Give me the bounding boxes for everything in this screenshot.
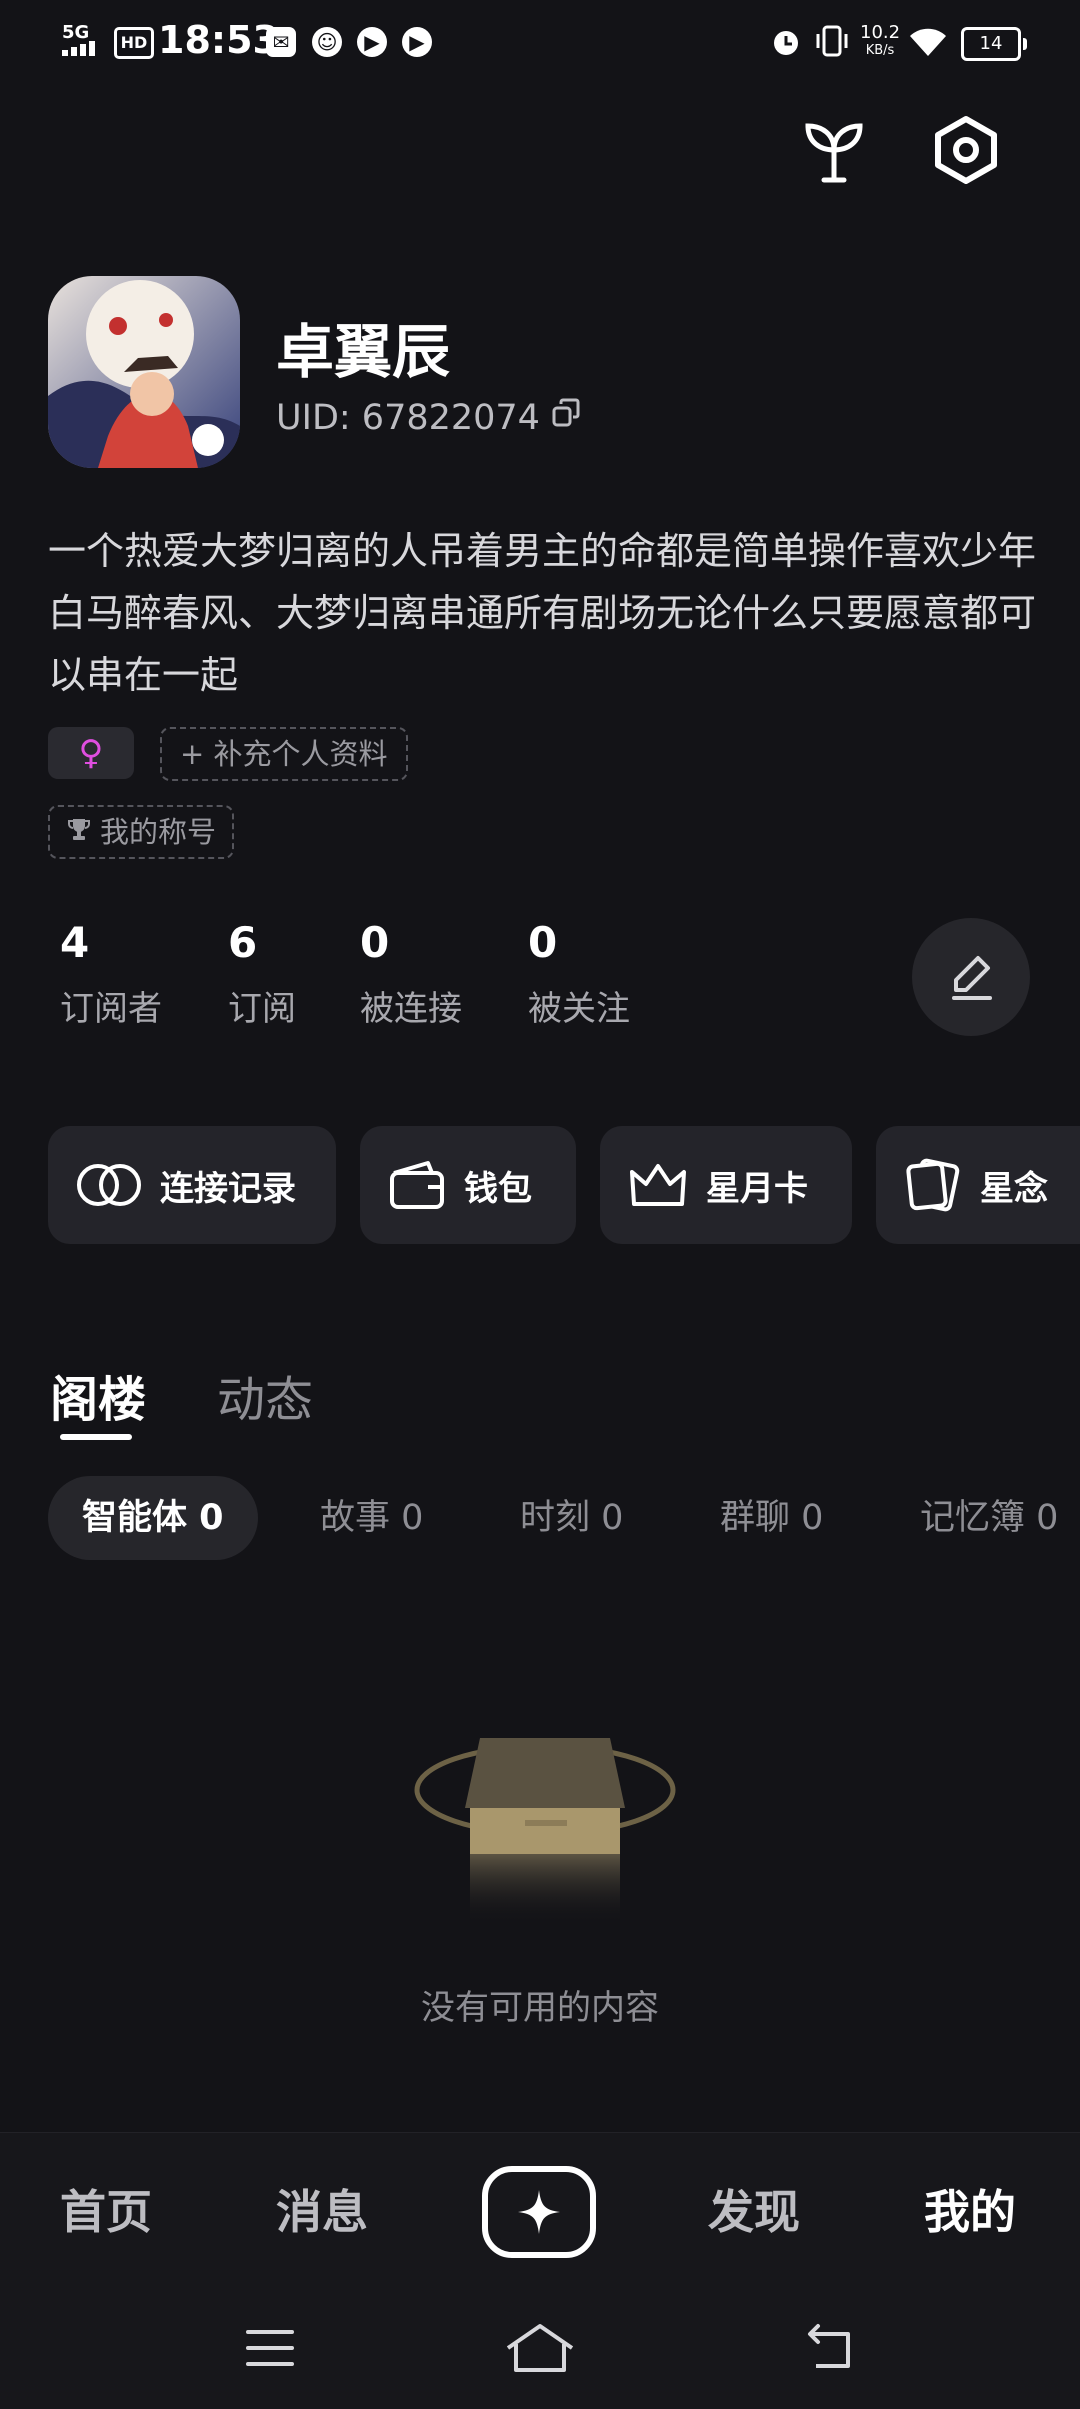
tab-attic[interactable]: 阁楼 xyxy=(50,1360,146,1430)
stat-followed[interactable]: 0 被关注 xyxy=(528,918,630,1030)
star-thought-button[interactable]: 星念 xyxy=(876,1126,1080,1244)
nav-messages[interactable]: 消息 xyxy=(276,2176,368,2242)
cards-icon xyxy=(906,1158,960,1212)
action-label: 钱包 xyxy=(464,1168,532,1209)
menu-icon[interactable] xyxy=(240,2318,300,2378)
nav-home[interactable]: 首页 xyxy=(60,2176,152,2242)
empty-message: 没有可用的内容 xyxy=(421,1988,659,2028)
stat-label: 订阅 xyxy=(228,989,296,1029)
stat-subscribers[interactable]: 4 订阅者 xyxy=(60,918,162,1030)
gender-chip: ♀ xyxy=(48,727,134,779)
star-moon-card-button[interactable]: 星月卡 xyxy=(600,1126,852,1244)
hd-badge: HD xyxy=(114,27,154,59)
subtab-memory-book[interactable]: 记忆簿 0 xyxy=(920,1476,1058,1560)
tab-activity[interactable]: 动态 xyxy=(217,1360,313,1430)
subtab-agents[interactable]: 智能体 0 xyxy=(48,1476,258,1560)
vibrate-icon xyxy=(813,24,851,62)
app-icon: ☺ xyxy=(312,27,342,57)
nav-discover[interactable]: 发现 xyxy=(708,2176,800,2242)
connection-records-button[interactable]: 连接记录 xyxy=(48,1126,336,1244)
speed-value: 10.2 xyxy=(860,22,901,43)
home-icon[interactable] xyxy=(504,2318,576,2378)
network-speed: 10.2 KB/s xyxy=(860,24,900,60)
settings-icon[interactable] xyxy=(926,110,1006,190)
subtab-moments[interactable]: 时刻 0 xyxy=(520,1476,623,1560)
create-button[interactable] xyxy=(482,2166,596,2258)
speed-unit: KB/s xyxy=(865,43,895,58)
signal-icon xyxy=(62,40,108,60)
stat-connected[interactable]: 0 被连接 xyxy=(360,918,462,1030)
subtab-stories[interactable]: 故事 0 xyxy=(320,1476,423,1560)
trophy-icon xyxy=(66,807,92,857)
stat-number: 0 xyxy=(528,918,558,967)
play-icon: ▶ xyxy=(402,27,432,57)
wifi-icon xyxy=(908,26,948,62)
pencil-icon xyxy=(952,956,992,1000)
subtab-group-chats[interactable]: 群聊 0 xyxy=(720,1476,823,1560)
sprout-icon[interactable] xyxy=(794,110,874,190)
avatar[interactable] xyxy=(48,276,240,468)
title-chip-label: 我的称号 xyxy=(100,815,217,849)
stat-label: 被连接 xyxy=(360,989,462,1029)
stat-label: 订阅者 xyxy=(60,989,162,1029)
sparkle-icon xyxy=(518,2190,560,2234)
rings-icon xyxy=(77,1164,141,1206)
nav-me[interactable]: 我的 xyxy=(924,2176,1016,2242)
uid-row: UID: 67822074 xyxy=(276,397,582,438)
wallet-button[interactable]: 钱包 xyxy=(360,1126,576,1244)
stat-subscriptions[interactable]: 6 订阅 xyxy=(228,918,296,1030)
add-profile-chip[interactable]: + 补充个人资料 xyxy=(160,727,408,781)
back-icon[interactable] xyxy=(796,2318,856,2378)
female-icon: ♀ xyxy=(78,733,104,773)
tab-indicator xyxy=(60,1434,132,1440)
action-label: 连接记录 xyxy=(160,1168,296,1209)
copy-icon[interactable] xyxy=(550,397,582,438)
edit-profile-button[interactable] xyxy=(912,918,1030,1036)
crown-icon xyxy=(630,1164,686,1206)
mail-icon: ✉ xyxy=(266,27,296,57)
stat-number: 4 xyxy=(60,918,90,967)
profile-bio: 一个热爱大梦归离的人吊着男主的命都是简单操作喜欢少年白马醉春风、大梦归离串通所有… xyxy=(48,529,1037,697)
stat-number: 0 xyxy=(360,918,390,967)
clock: 18:53 xyxy=(158,18,279,62)
play-icon: ▶ xyxy=(357,27,387,57)
stat-number: 6 xyxy=(228,918,258,967)
stat-label: 被关注 xyxy=(528,989,630,1029)
action-label: 星念 xyxy=(980,1168,1048,1209)
alarm-icon xyxy=(770,26,802,62)
action-label: 星月卡 xyxy=(706,1168,808,1209)
title-chip[interactable]: 我的称号 xyxy=(48,805,235,859)
status-bar: 5G HD 18:53 ✉ ☺ ▶ ▶ 10.2 KB/s 14 xyxy=(0,0,1080,84)
wallet-icon xyxy=(390,1161,444,1209)
uid-text: UID: 67822074 xyxy=(276,397,540,438)
empty-box-illustration xyxy=(410,1720,680,1964)
profile-name: 卓翼辰 xyxy=(276,318,451,386)
battery-indicator: 14 xyxy=(961,27,1027,61)
